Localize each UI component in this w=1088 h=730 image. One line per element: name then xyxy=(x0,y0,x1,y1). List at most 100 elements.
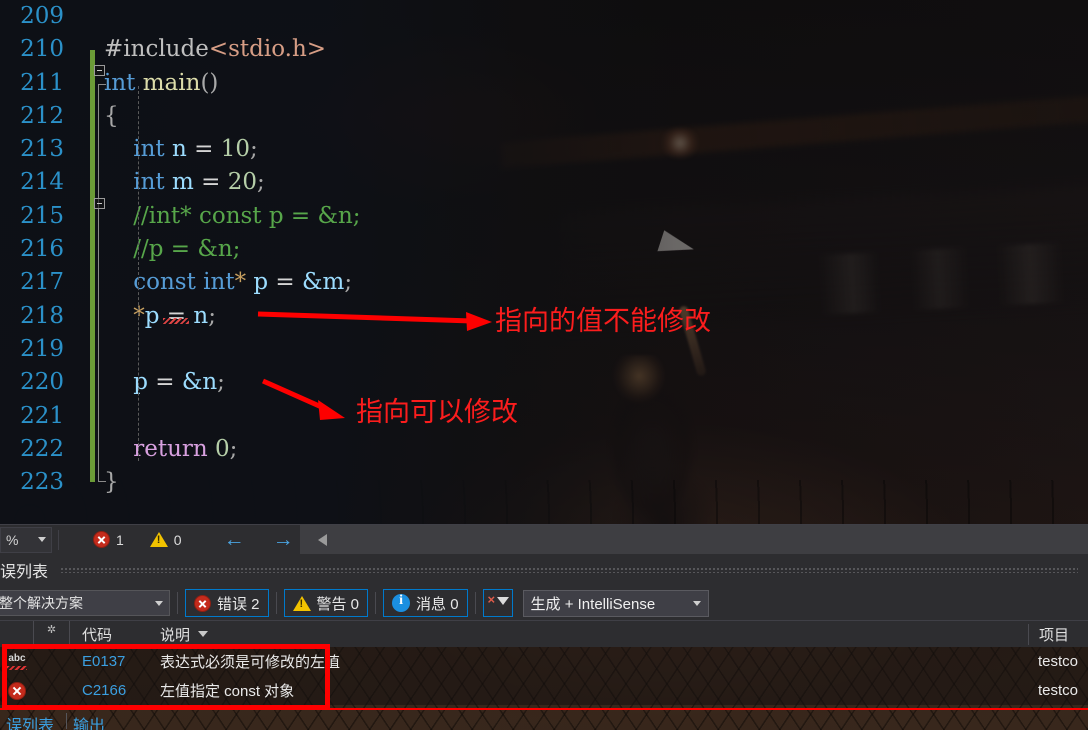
visual-studio-window: 209 210 #include<stdio.h> 211 int main() 212 {… xyxy=(0,0,1088,730)
error-list-column-headers[interactable]: ✲ 代码 说明 项目 xyxy=(0,620,1088,648)
code-line[interactable]: 216 //p = &n; xyxy=(0,233,1088,266)
column-header-code[interactable]: 代码 xyxy=(70,624,146,645)
fold-toggle-icon[interactable] xyxy=(94,198,105,209)
warning-icon xyxy=(292,595,311,611)
code-line-text: return 0; xyxy=(104,435,238,462)
sort-descending-icon xyxy=(198,631,209,637)
code-line-text: const int* p = &m; xyxy=(104,269,353,296)
column-header-description-label: 说明 xyxy=(160,626,191,644)
line-number: 220 xyxy=(20,369,64,396)
line-number: 209 xyxy=(20,3,64,29)
divider xyxy=(275,592,277,614)
error-list-rows[interactable]: abc E0137 表达式必须是可修改的左值 testco C2166 左值指定 cons… xyxy=(0,644,1088,710)
clear-filter-x-icon: × xyxy=(487,592,496,607)
code-line[interactable]: 209 xyxy=(0,0,1088,33)
column-header-symbol[interactable]: ✲ xyxy=(34,620,70,648)
code-editor[interactable]: 209 210 #include<stdio.h> 211 int main() 212 {… xyxy=(0,0,1088,524)
table-row[interactable]: C2166 左值指定 const 对象 testco xyxy=(0,676,1088,705)
error-count-value: 1 xyxy=(116,531,124,548)
error-code-cell[interactable]: E0137 xyxy=(70,653,146,670)
code-fold-bracket xyxy=(98,84,106,482)
horizontal-scrollbar[interactable] xyxy=(299,524,1088,555)
panel-tab-strip[interactable]: 误列表 输出 xyxy=(0,708,1088,730)
build-filter-value: 生成 + IntelliSense xyxy=(530,595,656,613)
line-number: 223 xyxy=(20,469,64,496)
table-row[interactable]: abc E0137 表达式必须是可修改的左值 testco xyxy=(0,647,1088,676)
code-line[interactable]: 217 const int* p = &m; xyxy=(0,266,1088,299)
error-icon xyxy=(0,681,34,700)
code-line[interactable]: 214 int m = 20; xyxy=(0,166,1088,199)
error-description-cell: 左值指定 const 对象 xyxy=(160,683,295,700)
panel-tab[interactable]: 误列表 xyxy=(0,710,66,730)
code-line[interactable]: 212 { xyxy=(0,100,1088,133)
scope-filter-combobox[interactable]: 整个解决方案 xyxy=(0,590,170,616)
line-number: 215 xyxy=(20,202,64,229)
error-list-panel[interactable]: 误列表 整个解决方案 错误 2 警告 0 消息 0 xyxy=(0,554,1088,730)
warning-icon xyxy=(149,532,168,547)
line-number: 216 xyxy=(20,236,64,263)
column-header-icon xyxy=(0,620,34,648)
funnel-icon xyxy=(496,597,509,605)
line-number: 210 xyxy=(20,36,64,63)
divider xyxy=(474,592,476,614)
navigate-back-icon[interactable]: ← xyxy=(224,529,245,550)
errors-label: 错误 2 xyxy=(217,595,260,613)
build-intellisense-combobox[interactable]: 生成 + IntelliSense xyxy=(522,589,709,617)
scroll-left-icon[interactable] xyxy=(317,533,327,546)
code-line[interactable]: 210 #include<stdio.h> xyxy=(0,33,1088,66)
code-line[interactable]: 221 xyxy=(0,400,1088,433)
gutter-change-indicator xyxy=(90,50,95,482)
editor-navigation-bar[interactable]: % 1 0 ← → xyxy=(0,524,1088,555)
error-description-cell: 表达式必须是可修改的左值 xyxy=(160,654,341,671)
panel-tab[interactable]: 输出 xyxy=(67,710,117,730)
warnings-label: 警告 0 xyxy=(316,595,360,613)
toggle-errors-button[interactable]: 错误 2 xyxy=(185,589,269,617)
fold-toggle-icon[interactable] xyxy=(94,65,105,76)
code-line-text: { xyxy=(104,102,119,129)
column-header-description[interactable]: 说明 xyxy=(146,624,1028,645)
annotation-value-not-modifiable: 指向的值不能修改 xyxy=(495,306,711,337)
messages-label: 消息 0 xyxy=(416,595,459,613)
line-number: 211 xyxy=(20,69,64,96)
divider xyxy=(177,592,178,614)
navigate-forward-icon[interactable]: → xyxy=(273,529,294,550)
code-lines-container[interactable]: 209 210 #include<stdio.h> 211 int main() 212 {… xyxy=(0,0,1088,524)
code-line-text: //int* const p = &n; xyxy=(104,202,361,229)
error-code-cell[interactable]: C2166 xyxy=(70,682,146,699)
error-list-title-bar: 误列表 xyxy=(0,554,1088,586)
warning-count-value: 0 xyxy=(173,531,182,548)
zoom-level-combobox[interactable]: % xyxy=(0,526,52,553)
error-list-toolbar[interactable]: 整个解决方案 错误 2 警告 0 消息 0 × xyxy=(0,586,1088,620)
error-project-cell: testco xyxy=(1038,653,1079,670)
scope-filter-value: 整个解决方案 xyxy=(0,595,83,611)
chevron-down-icon xyxy=(155,600,163,606)
line-number: 218 xyxy=(20,302,64,329)
line-number: 221 xyxy=(20,402,64,429)
divider xyxy=(58,529,59,550)
error-squiggle-underline xyxy=(163,318,189,324)
line-number: 222 xyxy=(20,435,64,462)
panel-drag-grip[interactable] xyxy=(60,567,1078,573)
line-number: 212 xyxy=(20,102,64,129)
info-icon xyxy=(392,593,411,612)
chevron-down-icon xyxy=(692,600,701,606)
code-line[interactable]: 213 int n = 10; xyxy=(0,133,1088,166)
column-header-project[interactable]: 项目 xyxy=(1028,623,1088,645)
code-line[interactable]: 220 p = &n; xyxy=(0,366,1088,399)
intellisense-squiggle-icon: abc xyxy=(0,653,34,670)
code-line[interactable]: 223} xyxy=(0,466,1088,499)
warning-count-indicator[interactable]: 0 xyxy=(149,531,182,548)
panel-title-label: 误列表 xyxy=(0,564,49,581)
error-project-cell: testco xyxy=(1038,682,1079,699)
indent-guide-line xyxy=(138,86,139,461)
code-line[interactable]: 222 return 0; xyxy=(0,433,1088,466)
chevron-down-icon xyxy=(38,537,46,542)
code-line[interactable]: 211 int main() xyxy=(0,67,1088,100)
divider xyxy=(375,592,377,614)
code-line[interactable]: 215 //int* const p = &n; xyxy=(0,200,1088,233)
line-number: 219 xyxy=(20,335,64,362)
toggle-warnings-button[interactable]: 警告 0 xyxy=(283,589,369,617)
clear-filter-button[interactable]: × xyxy=(482,589,513,617)
error-count-indicator[interactable]: 1 xyxy=(93,531,124,548)
toggle-messages-button[interactable]: 消息 0 xyxy=(383,589,468,617)
